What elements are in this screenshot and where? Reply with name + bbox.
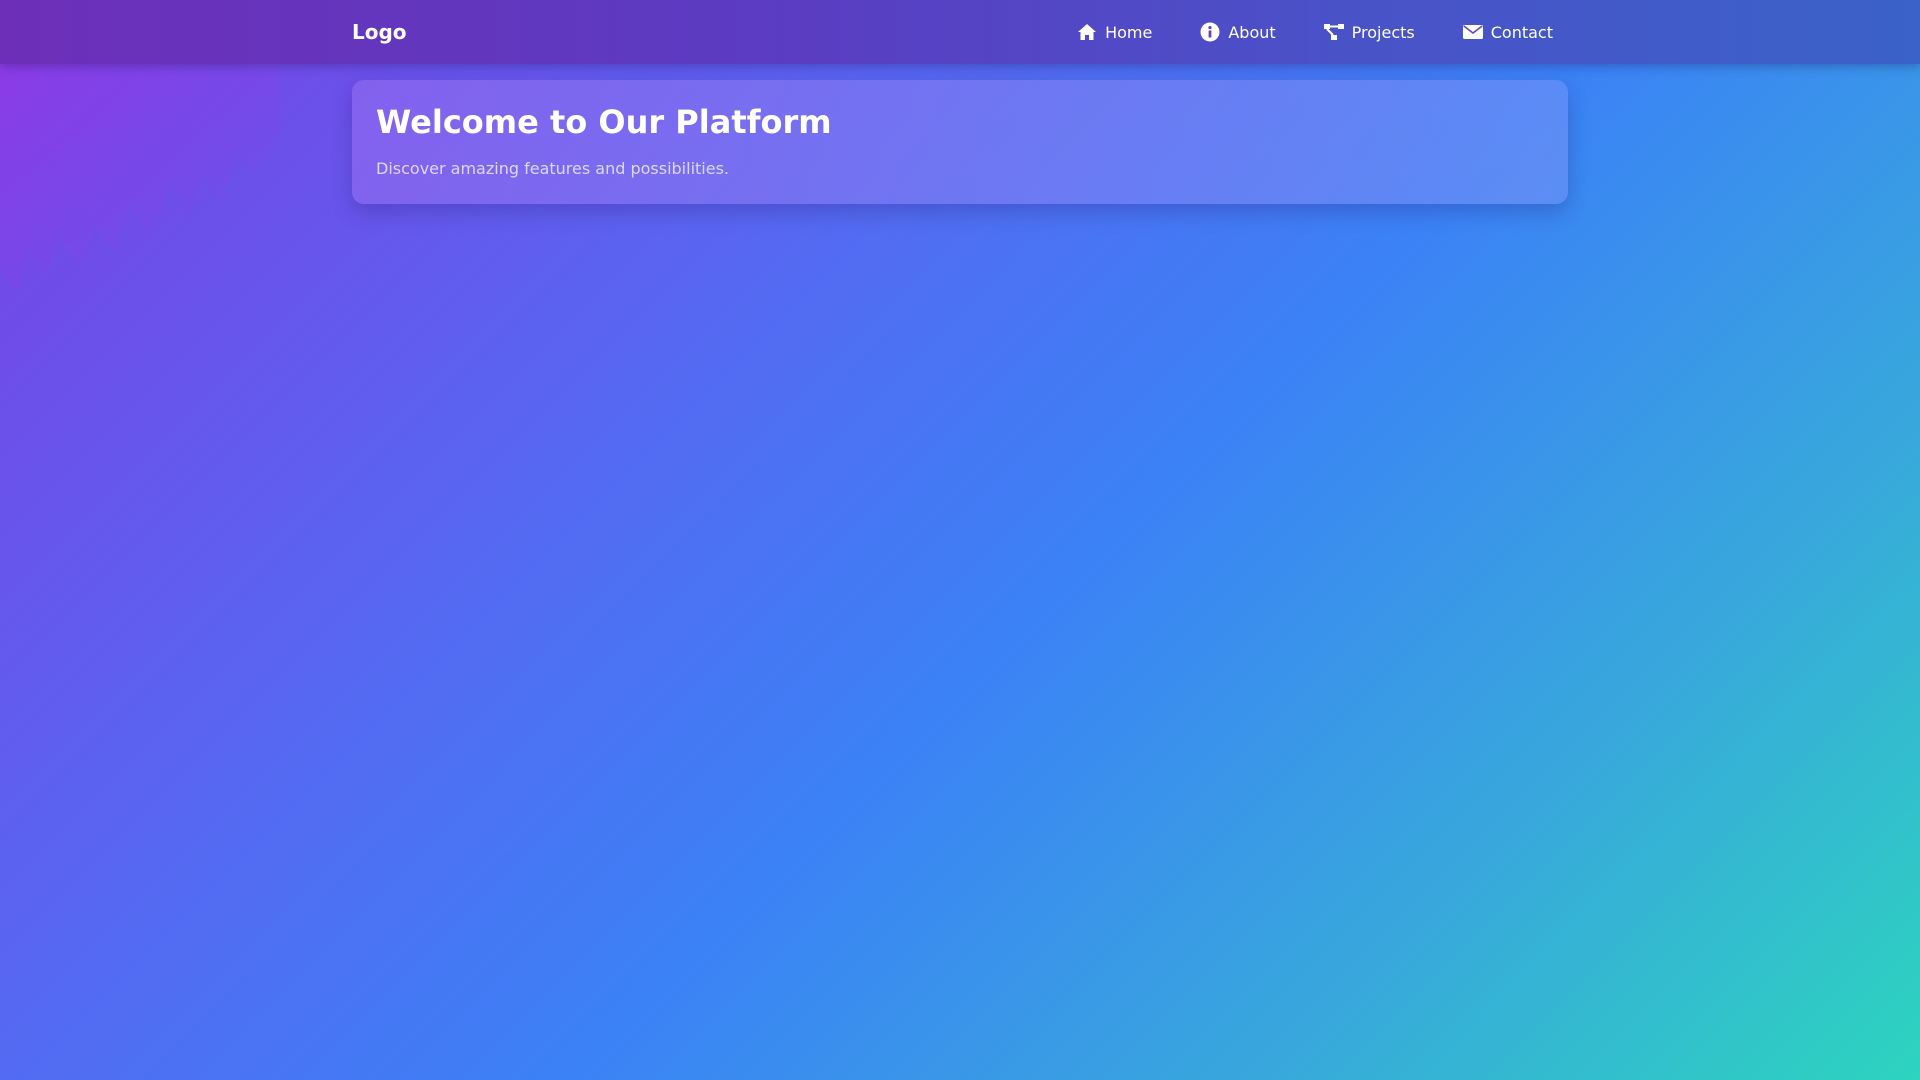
nav-links: Home About Projects Contact <box>1077 0 1553 64</box>
nav-link-contact-label: Contact <box>1490 22 1553 42</box>
hero-card: Welcome to Our Platform Discover amazing… <box>352 80 1568 204</box>
projects-icon <box>1323 22 1344 42</box>
envelope-icon <box>1462 22 1483 42</box>
nav-link-home[interactable]: Home <box>1077 22 1152 42</box>
nav-link-projects-label: Projects <box>1351 22 1415 42</box>
nav-link-home-label: Home <box>1105 22 1153 42</box>
home-icon <box>1077 22 1097 42</box>
top-navbar: Logo Home About Projects Contact <box>0 0 1920 64</box>
nav-link-about[interactable]: About <box>1200 22 1276 42</box>
info-icon <box>1200 22 1220 42</box>
logo[interactable]: Logo <box>352 19 407 45</box>
nav-link-contact[interactable]: Contact <box>1462 22 1553 42</box>
background-decoration <box>0 64 280 294</box>
nav-link-about-label: About <box>1228 22 1276 42</box>
hero-subtitle: Discover amazing features and possibilit… <box>376 159 729 178</box>
hero-title: Welcome to Our Platform <box>376 103 832 141</box>
nav-link-projects[interactable]: Projects <box>1323 22 1415 42</box>
